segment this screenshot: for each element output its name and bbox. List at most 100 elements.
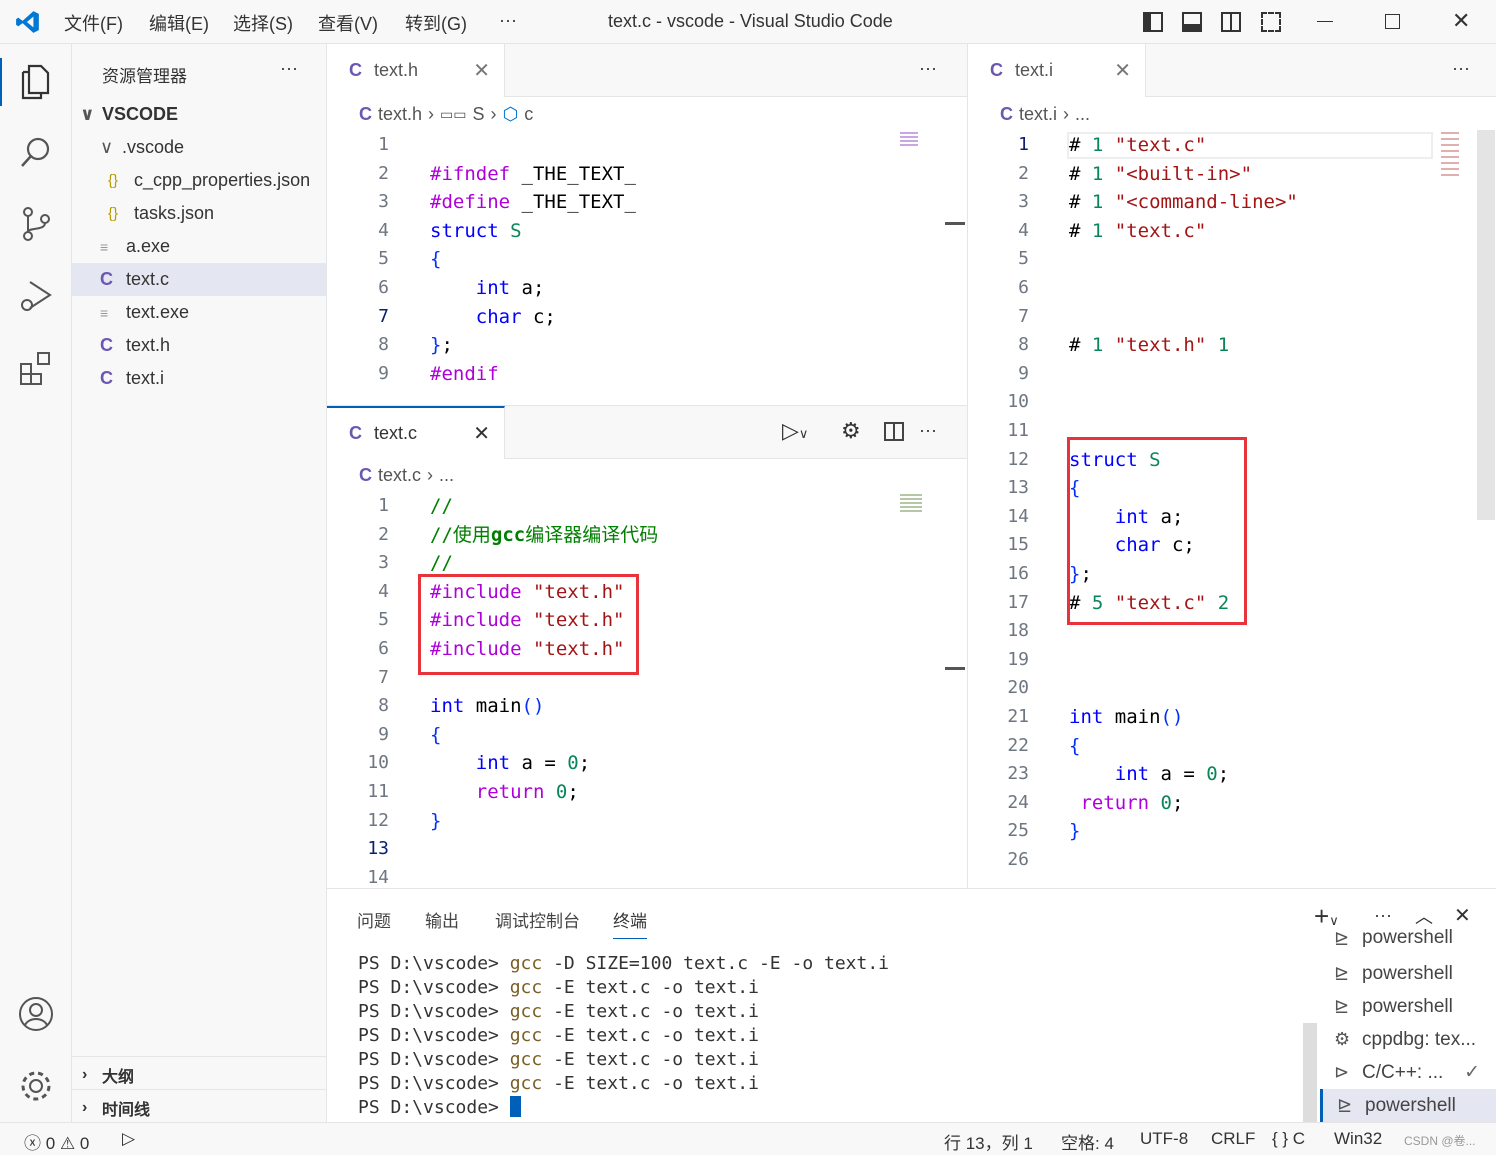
- extensions-icon[interactable]: [14, 346, 58, 390]
- tab-terminal[interactable]: 终端: [613, 907, 647, 939]
- timeline-section[interactable]: › 时间线: [72, 1091, 326, 1124]
- code-token: main: [1103, 706, 1161, 728]
- line-number: 1: [378, 134, 389, 155]
- menu-view[interactable]: 查看(V): [318, 10, 378, 36]
- terminal-list-item[interactable]: ⊵ powershell: [1320, 990, 1496, 1023]
- debug-status-icon[interactable]: ▷: [122, 1129, 135, 1149]
- breadcrumb-item[interactable]: ...: [1075, 104, 1090, 125]
- terminal-list-item[interactable]: ⊵ powershell: [1320, 957, 1496, 990]
- run-debug-icon[interactable]: [14, 274, 58, 318]
- settings-gear-icon[interactable]: ⚙: [841, 418, 861, 444]
- breadcrumb-item[interactable]: c: [524, 104, 533, 125]
- editor-more-button[interactable]: ···: [1452, 58, 1470, 79]
- search-icon[interactable]: [14, 130, 58, 174]
- menu-file[interactable]: 文件(F): [64, 10, 123, 36]
- code-text: return 0;: [430, 778, 579, 807]
- line-number: 4: [378, 580, 389, 602]
- file-text-c[interactable]: Ctext.c: [72, 263, 326, 296]
- line-number: 1: [1018, 134, 1029, 155]
- sidebar-more-button[interactable]: ···: [280, 58, 298, 79]
- source-control-icon[interactable]: [14, 202, 58, 246]
- tab-bar: Ctext.c ✕ ▷∨ ⚙ ···: [327, 406, 967, 459]
- terminal-list-item[interactable]: ⊵ powershell: [1320, 925, 1496, 949]
- terminal-output[interactable]: PS D:\vscode> gcc -D SIZE=100 text.c -E …: [358, 952, 1298, 1120]
- problems-status[interactable]: ⓧ 0 ⚠ 0: [24, 1129, 89, 1154]
- code-area[interactable]: 1 2 #ifndef _THE_TEXT_ 3 #define _THE_TEXT_ 4…: [327, 131, 947, 401]
- menu-more[interactable]: ···: [499, 10, 517, 31]
- close-tab-icon[interactable]: ✕: [1114, 58, 1131, 83]
- line-ending[interactable]: CRLF: [1211, 1129, 1255, 1149]
- language-mode[interactable]: { } C: [1272, 1129, 1305, 1149]
- code-token: "<command-line>": [1114, 191, 1298, 214]
- scrollbar-thumb[interactable]: [945, 222, 965, 225]
- terminal-list-item[interactable]: ⚙ cppdbg: tex...: [1320, 1023, 1496, 1056]
- minimap[interactable]: [900, 494, 922, 512]
- toggle-sidebar-icon[interactable]: [1143, 12, 1163, 32]
- minimize-button[interactable]: [1317, 21, 1333, 22]
- terminal-scrollbar[interactable]: [1303, 1023, 1317, 1123]
- file-tasks-json[interactable]: {} tasks.json: [72, 197, 326, 230]
- cursor-position[interactable]: 行 13，列 1: [944, 1129, 1033, 1154]
- scrollbar-thumb[interactable]: [1477, 130, 1495, 520]
- line-number: 7: [378, 305, 389, 327]
- terminal-line: PS D:\vscode> gcc -E text.c -o text.i: [358, 1048, 1298, 1072]
- tab-text-c[interactable]: Ctext.c ✕: [327, 406, 505, 459]
- toggle-panel-icon[interactable]: [1182, 12, 1202, 32]
- terminal-token: PS D:\vscode>: [358, 1001, 510, 1022]
- minimap[interactable]: [1441, 132, 1459, 180]
- encoding[interactable]: UTF-8: [1140, 1129, 1188, 1149]
- tab-problems[interactable]: 问题: [357, 907, 391, 932]
- scrollbar-thumb[interactable]: [945, 667, 965, 670]
- vscode-logo-icon: [16, 11, 39, 33]
- tab-text-i[interactable]: Ctext.i ✕: [968, 44, 1146, 97]
- line-number: 22: [1007, 734, 1029, 756]
- file-text-i[interactable]: Ctext.i: [72, 362, 326, 395]
- menu-go[interactable]: 转到(G): [405, 10, 467, 36]
- breadcrumb-item[interactable]: S: [473, 104, 485, 125]
- editor-more-button[interactable]: ···: [919, 58, 937, 79]
- explorer-icon[interactable]: [14, 60, 58, 104]
- code-line: 1: [327, 131, 947, 160]
- line-number: 9: [1018, 362, 1029, 384]
- workspace-root[interactable]: ∨ VSCODE: [72, 98, 326, 131]
- toggle-secondary-sidebar-icon[interactable]: [1221, 12, 1241, 32]
- code-token: //使用: [430, 523, 491, 546]
- settings-gear-icon[interactable]: [14, 1064, 58, 1108]
- close-tab-icon[interactable]: ✕: [473, 421, 490, 446]
- code-line: 8 int main(): [327, 692, 947, 721]
- terminal-list-item[interactable]: ⊵ powershell: [1320, 1089, 1496, 1122]
- indentation[interactable]: 空格: 4: [1061, 1129, 1114, 1154]
- close-window-button[interactable]: ✕: [1452, 8, 1470, 34]
- code-token: return: [475, 781, 545, 803]
- code-area[interactable]: 1//2//使用gcc编译器编译代码 3//4 #include "text.h" 5…: [327, 492, 947, 887]
- breadcrumb-item[interactable]: ...: [439, 465, 454, 486]
- file-c-cpp-properties-json[interactable]: {} c_cpp_properties.json: [72, 164, 326, 197]
- customize-layout-icon[interactable]: [1261, 12, 1281, 32]
- file-text-exe[interactable]: ≡ text.exe: [72, 296, 326, 329]
- menu-edit[interactable]: 编辑(E): [149, 10, 209, 36]
- breadcrumb-item[interactable]: text.h: [378, 104, 422, 125]
- file--vscode[interactable]: ∨ .vscode: [72, 131, 326, 164]
- run-debug-button[interactable]: ▷∨: [782, 418, 808, 444]
- breadcrumb-item[interactable]: text.i: [1019, 104, 1057, 125]
- outline-section[interactable]: › 大纲: [72, 1058, 326, 1091]
- tab-output[interactable]: 输出: [425, 907, 459, 932]
- account-icon[interactable]: [14, 992, 58, 1036]
- terminal-cursor: [509, 1096, 521, 1117]
- code-token: "text.c": [1114, 219, 1207, 242]
- file-a-exe[interactable]: ≡ a.exe: [72, 230, 326, 263]
- platform[interactable]: Win32: [1334, 1129, 1382, 1149]
- close-tab-icon[interactable]: ✕: [473, 58, 490, 83]
- breadcrumb-item[interactable]: text.c: [378, 465, 421, 486]
- tab-text-h[interactable]: Ctext.h ✕: [327, 44, 505, 97]
- file-text-h[interactable]: Ctext.h: [72, 329, 326, 362]
- split-editor-icon[interactable]: [884, 422, 904, 441]
- editor-more-button[interactable]: ···: [919, 420, 937, 441]
- maximize-button[interactable]: [1385, 14, 1400, 29]
- terminal-list-item[interactable]: ⊳ C/C++: ... ✓: [1320, 1056, 1496, 1089]
- tab-debug-console[interactable]: 调试控制台: [495, 907, 580, 932]
- panel-more-button[interactable]: ···: [1374, 905, 1392, 926]
- menu-selection[interactable]: 选择(S): [233, 10, 293, 36]
- minimap[interactable]: [900, 132, 918, 146]
